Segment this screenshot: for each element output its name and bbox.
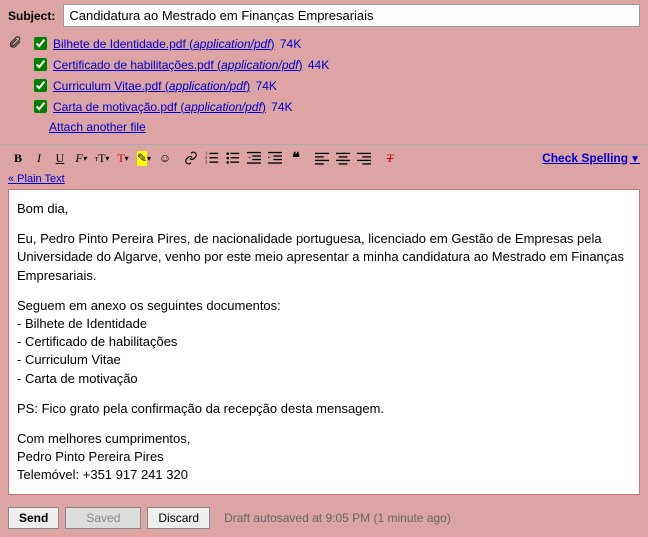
body-text: Seguem em anexo os seguintes documentos:: [17, 297, 631, 315]
body-text: Telemóvel: +351 917 241 320: [17, 466, 631, 484]
align-center-button[interactable]: [333, 149, 353, 167]
discard-button[interactable]: Discard: [147, 507, 210, 529]
message-body-editor[interactable]: Bom dia, Eu, Pedro Pinto Pereira Pires, …: [8, 189, 640, 495]
body-text: Pedro Pinto Pereira Pires: [17, 448, 631, 466]
align-left-button[interactable]: [312, 149, 332, 167]
attachment-row: Certificado de habilitações.pdf (applica…: [30, 54, 640, 75]
emoji-button[interactable]: ☺: [155, 149, 175, 167]
bold-button[interactable]: B: [8, 149, 28, 167]
link-button[interactable]: [181, 149, 201, 167]
check-spelling-link[interactable]: Check Spelling▼: [542, 151, 640, 165]
highlight-button[interactable]: ✎▾: [134, 149, 154, 167]
body-text: - Certificado de habilitações: [17, 333, 631, 351]
body-text: - Bilhete de Identidade: [17, 315, 631, 333]
attachment-row: Carta de motivação.pdf (application/pdf)…: [30, 96, 640, 117]
attachment-row: Curriculum Vitae.pdf (application/pdf) 7…: [30, 75, 640, 96]
attachment-size: 74K: [252, 79, 277, 93]
body-text: - Carta de motivação: [17, 370, 631, 388]
paperclip-icon: [8, 35, 22, 52]
body-text: PS: Fico grato pela confirmação da recep…: [17, 400, 631, 418]
subject-input[interactable]: [63, 4, 640, 27]
attachment-link[interactable]: Curriculum Vitae.pdf (application/pdf): [53, 79, 250, 93]
numbered-list-button[interactable]: 123: [202, 149, 222, 167]
attach-another-link[interactable]: Attach another file: [30, 117, 146, 140]
attachment-checkbox[interactable]: [34, 37, 47, 50]
attachment-size: 44K: [305, 58, 330, 72]
attachment-size: 74K: [277, 37, 302, 51]
body-text: Eu, Pedro Pinto Pereira Pires, de nacion…: [17, 230, 631, 285]
chevron-down-icon: ▼: [630, 154, 640, 165]
text-color-button[interactable]: T▾: [113, 149, 133, 167]
font-size-button[interactable]: тT▾: [92, 149, 112, 167]
autosave-status: Draft autosaved at 9:05 PM (1 minute ago…: [224, 511, 451, 525]
body-text: Bom dia,: [17, 200, 631, 218]
attachment-link[interactable]: Bilhete de Identidade.pdf (application/p…: [53, 37, 275, 51]
subject-label: Subject:: [8, 9, 55, 23]
italic-button[interactable]: I: [29, 149, 49, 167]
bullet-list-button[interactable]: [223, 149, 243, 167]
attachment-size: 74K: [268, 100, 293, 114]
attachment-checkbox[interactable]: [34, 58, 47, 71]
attachment-checkbox[interactable]: [34, 79, 47, 92]
align-right-button[interactable]: [354, 149, 374, 167]
send-button[interactable]: Send: [8, 507, 59, 529]
indent-button[interactable]: [265, 149, 285, 167]
plain-text-link[interactable]: « Plain Text: [8, 173, 65, 185]
body-text: Com melhores cumprimentos,: [17, 430, 631, 448]
body-text: - Curriculum Vitae: [17, 351, 631, 369]
font-button[interactable]: F▾: [71, 149, 91, 167]
attachment-link[interactable]: Carta de motivação.pdf (application/pdf): [53, 100, 266, 114]
underline-button[interactable]: U: [50, 149, 70, 167]
attachment-checkbox[interactable]: [34, 100, 47, 113]
remove-format-button[interactable]: T: [380, 149, 400, 167]
saved-button: Saved: [65, 507, 141, 529]
svg-text:3: 3: [205, 159, 208, 164]
attachment-row: Bilhete de Identidade.pdf (application/p…: [30, 33, 640, 54]
formatting-toolbar: B I U F▾ тT▾ T▾ ✎▾ ☺ 123 ❝ T: [8, 149, 400, 167]
outdent-button[interactable]: [244, 149, 264, 167]
quote-button[interactable]: ❝: [286, 149, 306, 167]
attachment-link[interactable]: Certificado de habilitações.pdf (applica…: [53, 58, 303, 72]
